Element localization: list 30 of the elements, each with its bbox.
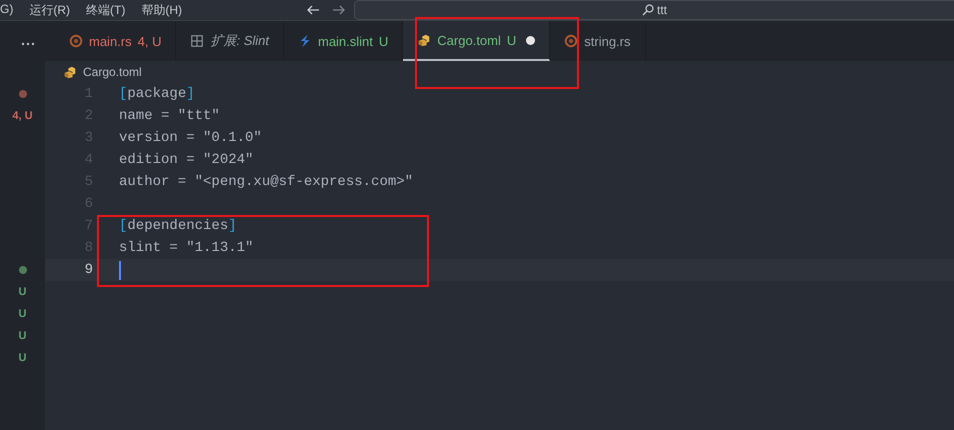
forward-arrow-icon[interactable] xyxy=(332,3,346,17)
status-text: 4, U xyxy=(12,110,33,122)
menu-item[interactable]: G) xyxy=(0,2,14,18)
search-icon xyxy=(642,4,654,16)
more-icon xyxy=(20,42,34,46)
line-number: 9 xyxy=(84,262,94,278)
code-text: [package] xyxy=(119,86,195,102)
breadcrumb-item[interactable]: Cargo.toml xyxy=(83,65,142,79)
status-text: U xyxy=(18,308,26,320)
code-text: [dependencies] xyxy=(119,218,237,234)
gear-icon xyxy=(69,34,83,48)
menu-item[interactable]: 终端(T) xyxy=(86,2,126,18)
code-text: name = "ttt" xyxy=(119,108,220,124)
menu-item[interactable]: 帮助(H) xyxy=(141,2,182,18)
crates-icon xyxy=(417,33,432,47)
text-cursor xyxy=(119,260,121,280)
gear-icon xyxy=(564,34,578,48)
code-text: edition = "2024" xyxy=(119,152,254,168)
code-text: author = "<peng.xu@sf-express.com>" xyxy=(119,174,414,190)
code-text: slint = "1.13.1" xyxy=(119,240,254,256)
search-field[interactable]: ttt xyxy=(354,0,954,20)
menu-item[interactable]: 运行(R) xyxy=(29,2,70,18)
crates-icon xyxy=(63,65,77,79)
status-text: U xyxy=(18,352,26,364)
status-text: U xyxy=(18,286,26,298)
status-text: U xyxy=(18,330,26,342)
back-arrow-icon[interactable] xyxy=(306,3,320,17)
editor-tab[interactable]: Cargo.toml U xyxy=(403,21,550,61)
code-text: version = "0.1.0" xyxy=(119,130,262,146)
preview-icon xyxy=(190,34,204,48)
